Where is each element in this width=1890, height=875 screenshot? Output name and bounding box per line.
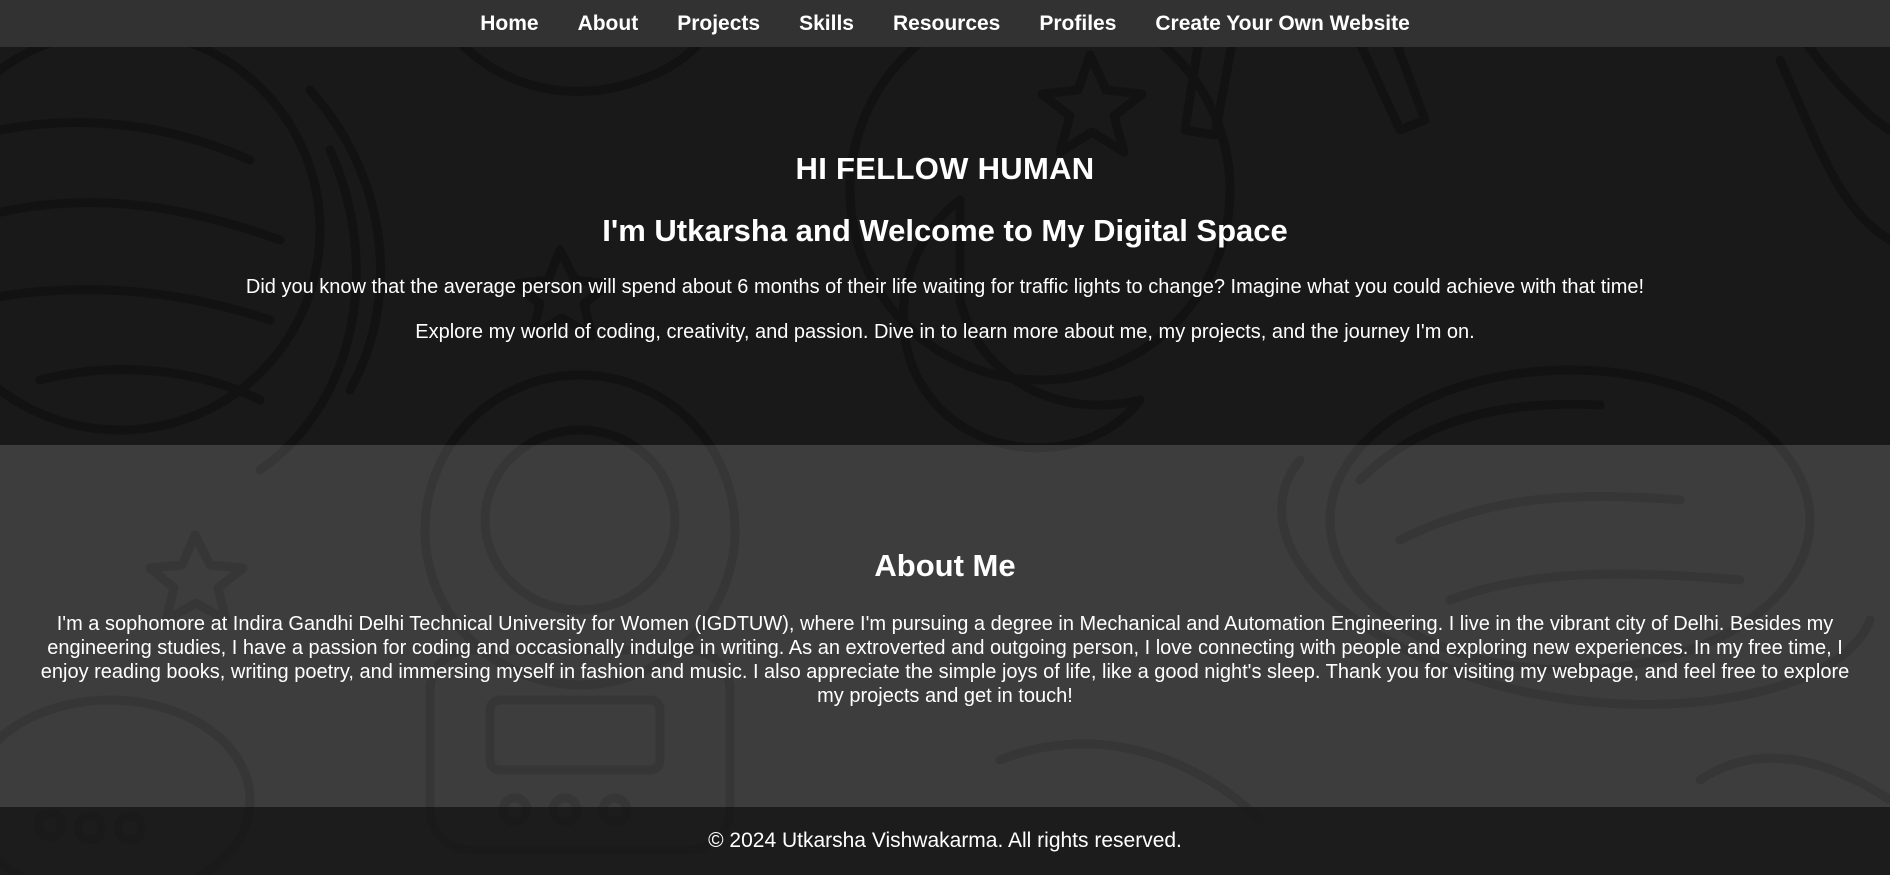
hero-intro-text: Explore my world of coding, creativity, … bbox=[415, 321, 1475, 343]
page: Home About Projects Skills Resources Pro… bbox=[0, 0, 1890, 875]
about-heading: About Me bbox=[874, 548, 1016, 583]
nav-profiles-link[interactable]: Profiles bbox=[1039, 12, 1116, 36]
nav-projects-link[interactable]: Projects bbox=[677, 12, 760, 36]
hero-greeting: HI FELLOW HUMAN bbox=[795, 151, 1095, 186]
nav-create-website-link[interactable]: Create Your Own Website bbox=[1155, 12, 1409, 36]
footer-copyright: © 2024 Utkarsha Vishwakarma. All rights … bbox=[708, 829, 1182, 852]
nav-resources-link[interactable]: Resources bbox=[893, 12, 1000, 36]
nav-about-link[interactable]: About bbox=[578, 12, 639, 36]
hero-section: HI FELLOW HUMAN I'm Utkarsha and Welcome… bbox=[0, 47, 1890, 445]
about-section: About Me I'm a sophomore at Indira Gandh… bbox=[0, 445, 1890, 807]
page-footer: © 2024 Utkarsha Vishwakarma. All rights … bbox=[0, 807, 1890, 875]
top-navigation: Home About Projects Skills Resources Pro… bbox=[0, 0, 1890, 47]
hero-fact-text: Did you know that the average person wil… bbox=[245, 276, 1645, 298]
hero-welcome-heading: I'm Utkarsha and Welcome to My Digital S… bbox=[602, 213, 1288, 248]
nav-skills-link[interactable]: Skills bbox=[799, 12, 854, 36]
nav-home-link[interactable]: Home bbox=[480, 12, 538, 36]
about-body-text: I'm a sophomore at Indira Gandhi Delhi T… bbox=[40, 613, 1850, 707]
